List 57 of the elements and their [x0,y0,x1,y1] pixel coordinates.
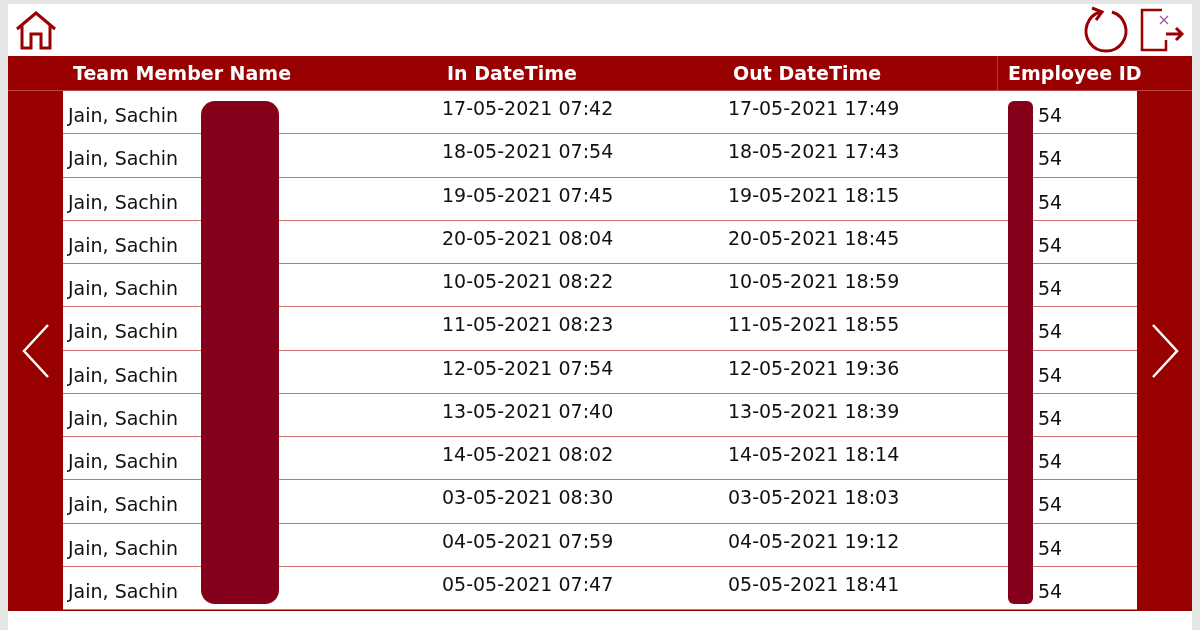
column-header: Out DateTime [732,61,883,86]
refresh-icon[interactable] [1082,6,1130,54]
table-cell-text: 13-05-2021 07:40 [441,399,615,422]
table-cell-text: 19-05-2021 18:15 [727,183,901,206]
table-cell-text: 20-05-2021 18:45 [727,226,901,249]
table-cell-text: Jain, Sachin [66,147,180,170]
table-cell-text: Jain, Sachin [66,493,180,516]
column-header: In DateTime [446,61,578,86]
table-cell-text: 03-05-2021 18:03 [727,486,901,509]
chevron-right-icon[interactable] [1149,322,1180,379]
table-cell-text: Jain, Sachin [66,104,180,127]
home-icon[interactable] [14,10,58,50]
table-cell-text: 54 [1037,450,1064,473]
table-cell-text: 04-05-2021 07:59 [441,529,615,552]
table-cell-text: 04-05-2021 19:12 [727,529,901,552]
table-cell-text: 10-05-2021 18:59 [727,270,901,293]
exit-icon[interactable] [1138,6,1186,54]
table-cell-text: 54 [1037,579,1064,602]
table-cell-text: 14-05-2021 08:02 [441,443,615,466]
table-cell-text: Jain, Sachin [66,536,180,559]
column-header: Team Member Name [72,61,293,86]
table-cell-text: Jain, Sachin [66,233,180,256]
table-cell-text: Jain, Sachin [66,190,180,213]
table-cell-text: 13-05-2021 18:39 [727,399,901,422]
table-cell-text: 17-05-2021 17:49 [727,97,901,120]
table-cell-text: Jain, Sachin [66,450,180,473]
table-cell-text: 18-05-2021 07:54 [441,140,615,163]
table-cell-text: Jain, Sachin [66,277,180,300]
column-header: Employee ID [997,56,1192,90]
table-cell-text: 54 [1037,406,1064,429]
table-cell-text: 11-05-2021 18:55 [727,313,901,336]
table-cell-text: 54 [1037,104,1064,127]
table-cell-text: 20-05-2021 08:04 [441,226,615,249]
table-cell-text: 05-05-2021 18:41 [727,572,901,595]
table-cell-text: 18-05-2021 17:43 [727,140,901,163]
table-cell-text: Jain, Sachin [66,406,180,429]
table-cell-text: 14-05-2021 18:14 [727,443,901,466]
table-cell-text: 11-05-2021 08:23 [441,313,615,336]
table-cell-text: 54 [1037,493,1064,516]
table-cell-text: 12-05-2021 19:36 [727,356,901,379]
table-cell-text: 17-05-2021 07:42 [441,97,615,120]
table-cell-text: 54 [1037,190,1064,213]
table-cell-text: 54 [1037,147,1064,170]
table-cell-text: 19-05-2021 07:45 [441,183,615,206]
table-cell-text: 05-05-2021 07:47 [441,572,615,595]
table-cell-text: Jain, Sachin [66,579,180,602]
chevron-left-icon[interactable] [20,322,51,379]
table-cell-text: 03-05-2021 08:30 [441,486,615,509]
table-cell-text: Jain, Sachin [66,320,180,343]
table-cell-text: 54 [1037,536,1064,559]
table-cell-text: 12-05-2021 07:54 [441,356,615,379]
table-cell-text: 54 [1037,363,1064,386]
table-cell-text: 54 [1037,320,1064,343]
table-cell-text: 54 [1037,233,1064,256]
table-cell-text: Jain, Sachin [66,363,180,386]
table-cell-text: 10-05-2021 08:22 [441,270,615,293]
table-cell-text: 54 [1037,277,1064,300]
